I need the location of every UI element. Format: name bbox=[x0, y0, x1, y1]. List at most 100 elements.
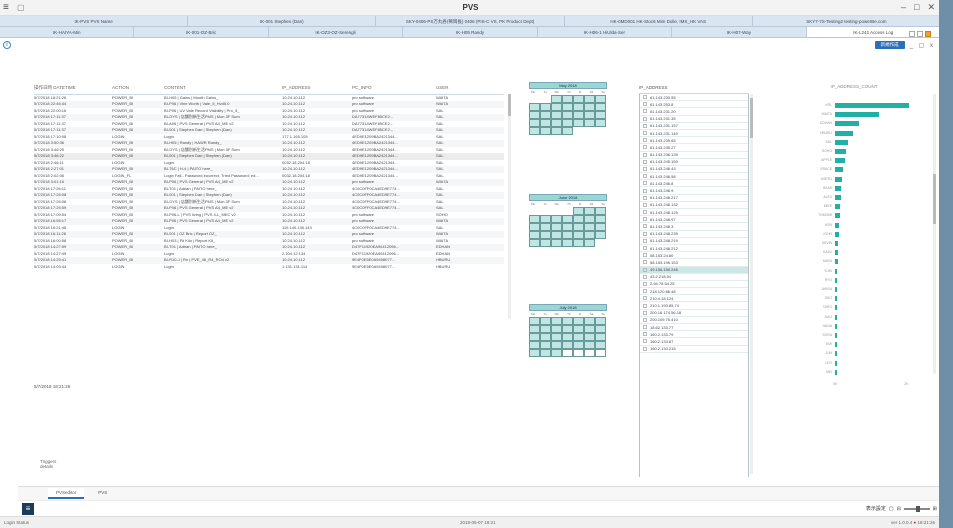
calendar-day-cell[interactable] bbox=[551, 103, 562, 111]
ip-filter-item[interactable]: 61.143.248.97 bbox=[640, 216, 748, 224]
calendar-day-cell[interactable] bbox=[584, 239, 595, 247]
calendar-day-cell[interactable] bbox=[540, 111, 551, 119]
bar-row[interactable]: NAO bbox=[784, 314, 919, 320]
calendar-day-cell[interactable] bbox=[573, 95, 584, 103]
calendar-day-cell[interactable] bbox=[584, 215, 595, 223]
bar-row[interactable]: KRL bbox=[784, 102, 919, 108]
bar[interactable] bbox=[835, 296, 837, 302]
calendar-day-cell[interactable] bbox=[540, 127, 551, 135]
calendar-day-cell[interactable] bbox=[573, 103, 584, 111]
bar-row[interactable]: HANA bbox=[784, 323, 919, 329]
checkbox[interactable] bbox=[643, 138, 647, 143]
close-icon[interactable]: ✕ bbox=[927, 2, 935, 13]
checkbox[interactable] bbox=[643, 289, 647, 294]
checkbox[interactable] bbox=[643, 231, 647, 236]
ip-filter-item[interactable]: 61.143.231.20 bbox=[640, 108, 748, 116]
calendar-day-cell[interactable] bbox=[551, 95, 562, 103]
calendar-day-cell[interactable] bbox=[584, 231, 595, 239]
ip-filter-item[interactable]: 61.143.248.219 bbox=[640, 238, 748, 245]
checkbox[interactable] bbox=[643, 188, 647, 193]
calendar-day-cell[interactable] bbox=[584, 333, 595, 341]
calendar-day-cell[interactable] bbox=[595, 103, 606, 111]
calendar-day-cell[interactable] bbox=[595, 341, 606, 349]
page-tab[interactable]: PVSeditor bbox=[48, 488, 85, 499]
calendar-day-cell[interactable] bbox=[584, 325, 595, 333]
table-row[interactable]: 5/7/2018 18:21:26 POWER_BI BI-H05 | Gains … bbox=[34, 94, 504, 101]
bar-row[interactable]: USER1 bbox=[784, 176, 919, 182]
calendar-day-cell[interactable] bbox=[551, 127, 562, 135]
info-icon[interactable]: i bbox=[3, 41, 11, 49]
bar-row[interactable]: TARO bbox=[784, 304, 919, 311]
bar[interactable] bbox=[835, 369, 837, 375]
ip-filter-item[interactable]: 61.143.246.132 bbox=[640, 202, 748, 209]
calendar-day-cell[interactable] bbox=[584, 119, 595, 127]
calendar-day-cell[interactable] bbox=[562, 341, 573, 349]
table-scrollbar[interactable] bbox=[508, 94, 511, 319]
ip-filter-item[interactable]: 43.2.218.54 bbox=[640, 274, 748, 281]
bar[interactable] bbox=[835, 314, 837, 320]
calendar-day-cell[interactable] bbox=[529, 317, 540, 325]
calendar-day-cell[interactable] bbox=[595, 317, 606, 325]
checkbox[interactable] bbox=[643, 332, 647, 337]
bar-row[interactable]: EDHAN bbox=[784, 120, 919, 127]
calendar-day-cell[interactable] bbox=[562, 223, 573, 231]
calendar-day-cell[interactable] bbox=[529, 231, 540, 239]
bar[interactable] bbox=[835, 149, 847, 154]
bar-row[interactable]: JOHN bbox=[784, 231, 919, 237]
calendar-day-cell[interactable] bbox=[573, 231, 584, 239]
checkbox[interactable] bbox=[643, 217, 647, 222]
calendar-day-cell[interactable] bbox=[562, 119, 573, 127]
calendar-day-cell[interactable] bbox=[562, 333, 573, 341]
column-header[interactable]: ACTION bbox=[112, 82, 164, 95]
calendar-day-cell[interactable] bbox=[551, 333, 562, 341]
bar[interactable] bbox=[835, 139, 848, 145]
calendar-day-cell[interactable] bbox=[529, 223, 540, 231]
checkbox[interactable] bbox=[643, 339, 647, 344]
zoom-slider[interactable] bbox=[903, 505, 930, 512]
bar-row[interactable]: KAZU bbox=[784, 249, 919, 256]
checkbox[interactable] bbox=[643, 325, 647, 330]
calendar-day-cell[interactable] bbox=[584, 223, 595, 231]
chart-scrollbar[interactable] bbox=[933, 94, 936, 374]
calendar-day-cell[interactable] bbox=[584, 103, 595, 111]
chart-scroll-thumb[interactable] bbox=[933, 174, 936, 224]
bar-row[interactable]: HBURU bbox=[784, 130, 919, 136]
ip-filter-item[interactable]: 61.143.245.150 bbox=[640, 159, 748, 166]
checkbox[interactable] bbox=[643, 102, 647, 107]
calendar-day-cell[interactable] bbox=[529, 239, 540, 247]
calendar-day-cell[interactable] bbox=[595, 333, 606, 341]
bar[interactable] bbox=[835, 305, 837, 311]
calendar-day-cell[interactable] bbox=[540, 317, 551, 325]
column-header[interactable]: 操作日時 DATETIME bbox=[34, 82, 112, 95]
report-tab[interactable]: IK-OZ3-OZ-Serengli bbox=[269, 27, 404, 37]
ip-filter-item[interactable]: 61.143.253.8 bbox=[640, 101, 748, 109]
display-settings-label[interactable]: 表示設定 bbox=[866, 505, 886, 512]
bar[interactable] bbox=[835, 241, 839, 246]
ip-filter-item[interactable]: 160.2.133.215 bbox=[640, 346, 748, 353]
calendar-day-cell[interactable] bbox=[573, 207, 584, 215]
bar-row[interactable]: JUN bbox=[784, 350, 919, 357]
list-view-icon[interactable] bbox=[917, 31, 923, 37]
checkbox[interactable] bbox=[643, 317, 647, 322]
ip-filter-item[interactable]: 61.143.231.140 bbox=[640, 130, 748, 138]
calendar-day-cell[interactable] bbox=[551, 111, 562, 119]
ip-filter-item[interactable]: 61.143.248.3 bbox=[640, 223, 748, 231]
calendar-day-cell[interactable] bbox=[529, 349, 540, 357]
calendar-day-cell[interactable] bbox=[595, 207, 606, 215]
bar[interactable] bbox=[835, 195, 841, 200]
calendar-day-cell[interactable] bbox=[562, 231, 573, 239]
ip-filter-item[interactable]: 61.143.246.58 bbox=[640, 173, 748, 181]
bar[interactable] bbox=[835, 277, 838, 283]
calendar-day-cell[interactable] bbox=[573, 341, 584, 349]
calendar-day-cell[interactable] bbox=[573, 349, 584, 357]
calendar-month-title[interactable]: June 2018 bbox=[529, 194, 607, 201]
calendar-day-cell[interactable] bbox=[562, 215, 573, 223]
bar[interactable] bbox=[835, 360, 837, 366]
checkbox[interactable] bbox=[643, 303, 647, 308]
bar-row[interactable]: LEO bbox=[784, 360, 919, 366]
checkbox[interactable] bbox=[643, 310, 647, 315]
bar-row[interactable]: SAL bbox=[784, 139, 919, 145]
calendar-day-cell[interactable] bbox=[551, 325, 562, 333]
highlight-icon[interactable] bbox=[925, 31, 931, 37]
report-tab[interactable]: IK-H05 Randy bbox=[403, 27, 538, 37]
